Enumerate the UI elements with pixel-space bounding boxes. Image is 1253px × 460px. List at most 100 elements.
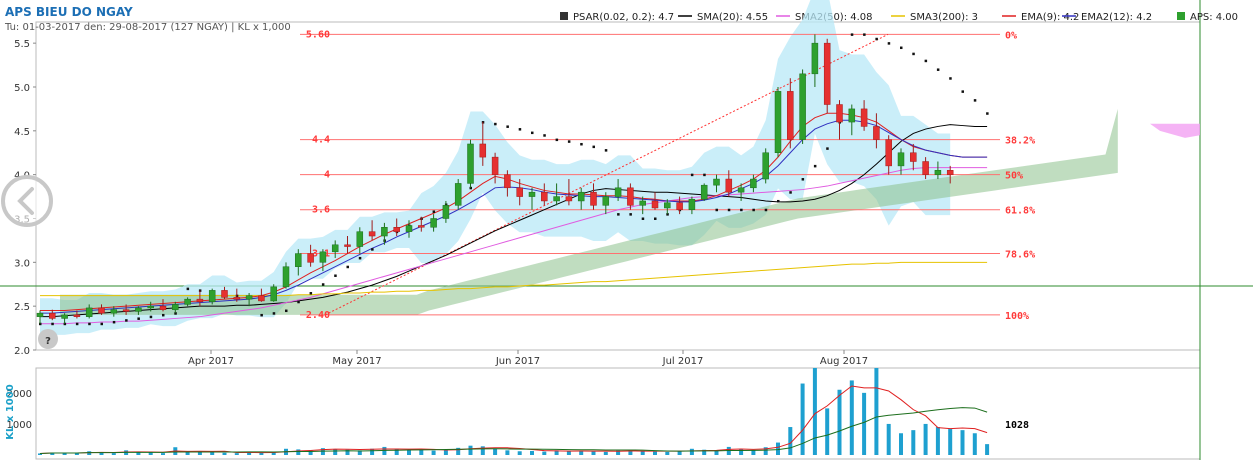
chevron-left-icon[interactable] (1, 175, 53, 227)
volume-bar (210, 452, 215, 455)
legend-item: SMA3(200): 3 (910, 12, 978, 23)
candle-body (270, 286, 277, 302)
psar-dot (912, 52, 915, 56)
volume-bar (542, 451, 547, 455)
candle-body (307, 253, 314, 263)
candle-body (454, 183, 462, 206)
legend-item: PSAR(0.02, 0.2): 4.7 (573, 12, 674, 23)
price-tick-label: 5.0 (14, 83, 30, 94)
psar-dot (850, 33, 854, 36)
psar-dot (604, 149, 608, 152)
candle-body (110, 309, 118, 314)
psar-dot (789, 191, 792, 194)
volume-bar (886, 423, 891, 455)
candle-body (344, 244, 351, 247)
volume-bar (566, 451, 571, 455)
psar-dot (727, 208, 731, 212)
legend-item: EMA2(12): 4.2 (1081, 12, 1152, 23)
fib-percent-label: 0% (1005, 30, 1017, 41)
volume-bar (960, 430, 965, 455)
candle-body (627, 187, 634, 206)
candle-body (258, 295, 265, 302)
volume-bar (862, 392, 867, 455)
candle-body (737, 187, 745, 193)
volume-bar (665, 451, 670, 455)
candle-body (147, 305, 154, 309)
volume-bar (653, 451, 657, 455)
candle-body (159, 305, 167, 310)
psar-dot (580, 142, 583, 146)
volume-bar (530, 450, 534, 455)
candle-body (848, 108, 856, 123)
candle-body (811, 42, 819, 75)
psar-dot (715, 208, 718, 212)
candle-body (860, 108, 868, 127)
fib-level-label: 4.4 (312, 135, 330, 146)
candle-body (85, 307, 93, 317)
legend-item: EMA(9): 4.2 (1021, 12, 1079, 23)
candle-body (418, 225, 425, 228)
psar-dot (100, 322, 103, 326)
volume-bar (468, 445, 473, 455)
candle-body (184, 298, 191, 305)
candle-body (98, 307, 105, 314)
psar-dot (690, 173, 694, 177)
candle-body (750, 178, 757, 189)
candle-body (319, 251, 327, 263)
volume-bar (911, 430, 916, 455)
chart-title: APS BIEU DO NGAY (5, 5, 133, 19)
candle-body (602, 196, 610, 206)
psar-dot (432, 210, 436, 213)
psar-dot (986, 112, 989, 115)
volume-bar (591, 451, 596, 455)
fib-percent-label: 78.6% (1005, 250, 1035, 261)
psar-dot (936, 68, 940, 71)
candle-body (479, 143, 487, 158)
candle-body (787, 91, 794, 140)
legend-swatch (1177, 12, 1185, 20)
psar-dot (272, 312, 276, 315)
psar-dot (740, 208, 743, 212)
candle-body (233, 297, 241, 300)
candle-body (897, 152, 905, 167)
candle-body (664, 202, 671, 209)
psar-dot (900, 46, 903, 50)
fib-level-label: 4 (324, 170, 330, 181)
candle-body (676, 202, 683, 210)
psar-dot (334, 274, 337, 277)
candle-body (467, 143, 474, 184)
psar-dot (88, 322, 91, 326)
candle-body (368, 231, 376, 237)
psar-dot (629, 213, 632, 216)
month-label: Jul 2017 (662, 356, 704, 367)
fib-level-label: 5.60 (306, 29, 330, 40)
psar-dot (887, 42, 891, 45)
psar-dot (346, 265, 349, 269)
volume-bar (333, 449, 338, 455)
candle-body (639, 200, 646, 206)
candle-body (491, 156, 499, 175)
candle-body (823, 42, 831, 105)
psar-dot (162, 313, 165, 317)
volume-bar (935, 427, 940, 455)
candle-body (528, 191, 536, 197)
candle-body (49, 312, 56, 319)
sma-projection (1150, 123, 1200, 138)
psar-dot (285, 309, 288, 313)
psar-dot (641, 217, 645, 220)
psar-dot (321, 283, 325, 286)
month-label: May 2017 (332, 356, 381, 367)
psar-dot (592, 145, 595, 149)
candle-body (651, 200, 659, 209)
candle-body (516, 187, 523, 197)
candle-body (442, 205, 450, 219)
volume-bar (825, 408, 830, 455)
psar-dot (863, 33, 866, 36)
month-label: Apr 2017 (188, 356, 234, 367)
psar-dot (801, 178, 805, 181)
psar-dot (518, 128, 522, 131)
psar-dot (149, 315, 153, 319)
volume-bar (899, 433, 903, 455)
fib-percent-label: 100% (1005, 311, 1029, 322)
candle-body (356, 231, 364, 247)
